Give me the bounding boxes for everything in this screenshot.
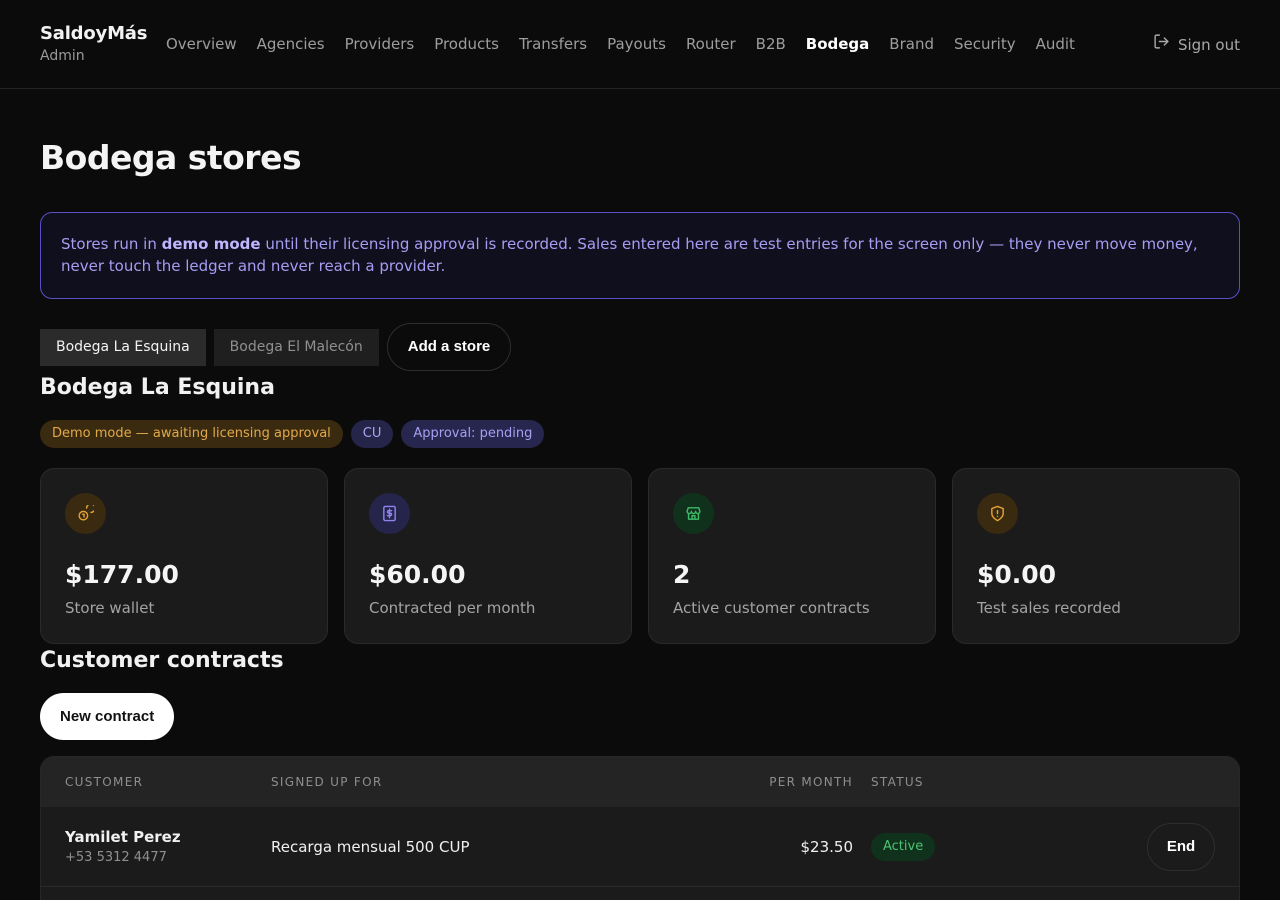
- stat-cards: $177.00 Store wallet $60.00 Contracted p…: [40, 468, 1240, 644]
- stat-value: 2: [673, 560, 691, 589]
- sign-out-label: Sign out: [1177, 35, 1240, 54]
- new-contract-button[interactable]: New contract: [40, 693, 175, 740]
- shield-alert-icon: [977, 493, 1018, 534]
- country-badge: CU: [350, 420, 394, 448]
- nav-item-payouts[interactable]: Payouts: [607, 33, 666, 55]
- notice-prefix: Stores run in: [61, 235, 162, 253]
- demo-mode-notice: Stores run in demo mode until their lice…: [40, 212, 1240, 299]
- coins-icon: [65, 493, 106, 534]
- stat-label: Store wallet: [65, 599, 155, 617]
- column-header-per-month: Per month: [769, 775, 853, 789]
- page-title: Bodega stores: [40, 138, 302, 177]
- nav-item-audit[interactable]: Audit: [1036, 33, 1075, 55]
- store-badges: Demo mode — awaiting licensing approval …: [40, 420, 545, 448]
- add-store-button[interactable]: Add a store: [386, 323, 512, 371]
- nav-item-router[interactable]: Router: [686, 33, 736, 55]
- store-name: Bodega La Esquina: [40, 375, 275, 400]
- stat-card-active-contracts: 2 Active customer contracts: [648, 468, 936, 644]
- stat-card-contracted-per-month: $60.00 Contracted per month: [344, 468, 632, 644]
- nav-item-overview[interactable]: Overview: [166, 33, 237, 55]
- brand-subtitle: Admin: [40, 48, 85, 64]
- nav-item-security[interactable]: Security: [954, 33, 1016, 55]
- column-header-customer: Customer: [65, 775, 144, 789]
- nav-item-b2b[interactable]: B2B: [756, 33, 786, 55]
- nav-item-products[interactable]: Products: [434, 33, 499, 55]
- end-contract-button[interactable]: End: [1147, 823, 1215, 871]
- nav-item-agencies[interactable]: Agencies: [257, 33, 325, 55]
- column-header-status: Status: [871, 775, 924, 789]
- notice-emphasis: demo mode: [161, 235, 261, 253]
- tab-bodega-la-esquina[interactable]: Bodega La Esquina: [40, 328, 206, 366]
- store-icon: [673, 493, 714, 534]
- receipt-dollar-icon: [369, 493, 410, 534]
- nav-item-transfers[interactable]: Transfers: [519, 33, 587, 55]
- price-per-month: $23.50: [800, 838, 854, 856]
- stat-value: $0.00: [977, 560, 1057, 589]
- nav-item-bodega[interactable]: Bodega: [806, 33, 870, 55]
- customer-name: Yamilet Perez: [65, 828, 181, 846]
- demo-mode-badge: Demo mode — awaiting licensing approval: [40, 420, 343, 448]
- column-header-signed-up-for: Signed up for: [271, 775, 383, 789]
- table-row: Yamilet Perez +53 5312 4477 Recarga mens…: [41, 807, 1239, 887]
- stat-card-store-wallet: $177.00 Store wallet: [40, 468, 328, 644]
- approval-badge: Approval: pending: [401, 420, 545, 448]
- brand[interactable]: SaldoyMás Admin: [40, 22, 147, 65]
- status-badge: Active: [871, 833, 936, 861]
- nav-item-providers[interactable]: Providers: [345, 33, 415, 55]
- stat-label: Contracted per month: [369, 599, 536, 617]
- stat-label: Active customer contracts: [673, 599, 870, 617]
- stat-card-test-sales: $0.00 Test sales recorded: [952, 468, 1240, 644]
- tab-bodega-el-malecon[interactable]: Bodega El Malecón: [213, 328, 379, 366]
- brand-name: SaldoyMás: [40, 23, 148, 44]
- stat-value: $177.00: [65, 560, 179, 589]
- top-bar: SaldoyMás Admin Overview Agencies Provid…: [0, 0, 1280, 89]
- nav-item-brand[interactable]: Brand: [889, 33, 934, 55]
- sign-out-icon: [1153, 33, 1170, 56]
- store-tabs: Bodega La Esquina Bodega El Malecón Add …: [40, 323, 512, 371]
- customer-contracts-title: Customer contracts: [40, 648, 284, 673]
- stat-value: $60.00: [369, 560, 466, 589]
- main-nav: Overview Agencies Providers Products Tra…: [166, 33, 1095, 55]
- plan-name: Recarga mensual 500 CUP: [271, 838, 470, 856]
- stat-label: Test sales recorded: [977, 599, 1121, 617]
- contracts-table: Customer Signed up for Per month Status …: [40, 756, 1240, 900]
- table-header: Customer Signed up for Per month Status: [41, 757, 1239, 807]
- sign-out-button[interactable]: Sign out: [1153, 33, 1240, 56]
- customer-phone: +53 5312 4477: [65, 850, 167, 865]
